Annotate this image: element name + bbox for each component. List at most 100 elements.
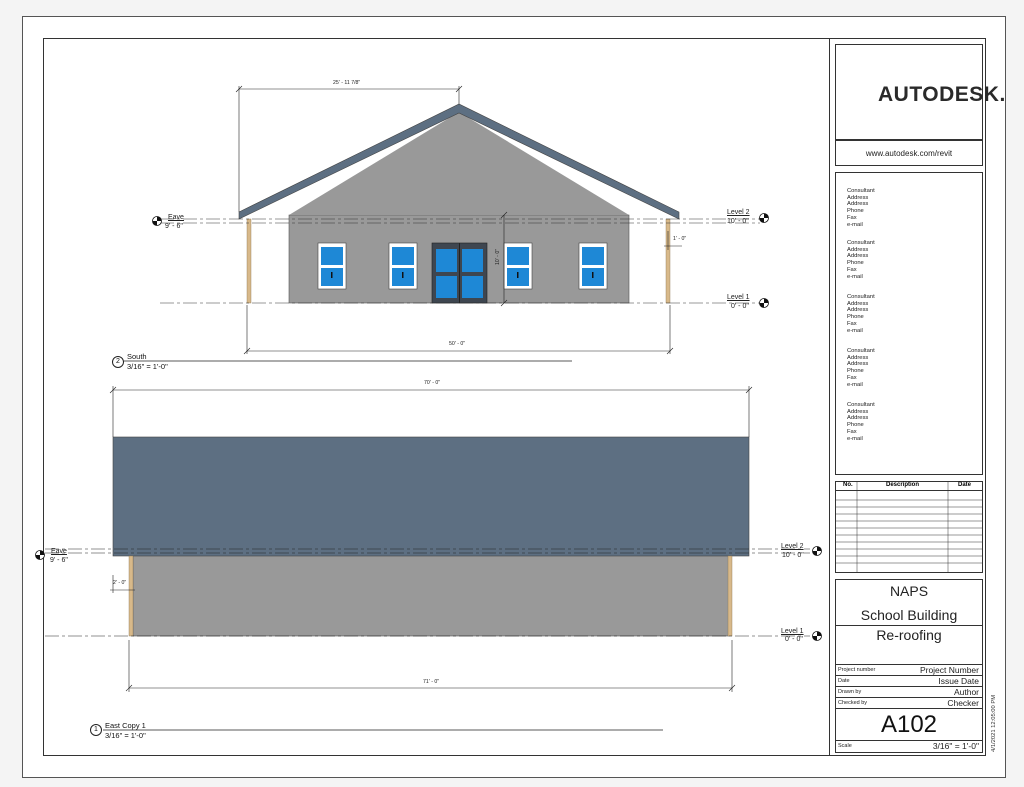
consultant-address: Address	[847, 354, 869, 361]
south-view-scale: 3/16" = 1'-0"	[127, 362, 168, 371]
drawn-by-row: Drawn by Author	[836, 686, 982, 697]
consultant-name: Consultant	[847, 402, 875, 408]
consultant-block: Consultant Address Address Phone Fax e-m…	[847, 240, 875, 280]
revision-col-description: Description	[886, 482, 920, 488]
south-view-title: South	[127, 352, 147, 361]
east-eave-label: Eave	[51, 548, 67, 555]
scale-row: Scale 3/16" = 1'-0"	[836, 740, 982, 751]
south-level-marker	[759, 213, 769, 223]
south-level-marker	[759, 298, 769, 308]
south-double-door	[431, 242, 488, 304]
consultant-block: Consultant Address Address Phone Fax e-m…	[847, 348, 875, 388]
east-dim-top: 70' - 0"	[424, 380, 441, 386]
consultant-email: e-mail	[847, 327, 863, 334]
project-name-line2: Re-roofing	[876, 627, 942, 643]
east-level-marker	[812, 546, 822, 556]
autodesk-logo-text: AUTODESK.	[878, 83, 1006, 106]
east-post-left	[128, 555, 134, 637]
consultant-address: Address	[847, 253, 869, 260]
drawn-by-label: Drawn by	[838, 689, 862, 695]
project-number-value: Project Number	[919, 665, 979, 675]
east-roof	[112, 436, 750, 557]
checked-by-row: Checked by Checker	[836, 697, 982, 708]
consultant-address: Address	[847, 201, 869, 208]
east-level1-elevation: 0' - 0"	[785, 636, 803, 643]
consultant-block: Consultant Address Address Phone Fax e-m…	[847, 402, 875, 442]
east-wall	[132, 552, 730, 637]
project-number-row: Project number Project Number	[836, 664, 982, 675]
revision-col-no: No.	[843, 482, 853, 488]
east-view-scale: 3/16" = 1'-0"	[105, 731, 146, 740]
east-post-right	[727, 555, 733, 637]
consultant-email: e-mail	[847, 381, 863, 388]
east-level-marker	[812, 631, 822, 641]
south-elevation	[124, 85, 769, 362]
east-level2-label: Level 2	[781, 543, 804, 550]
consultant-address: Address	[847, 246, 869, 253]
south-level2-label: Level 2	[727, 209, 750, 216]
consultant-phone: Phone	[847, 314, 864, 321]
logo-row: AUTODESK.	[848, 83, 1006, 107]
consultant-fax: Fax	[847, 266, 857, 273]
drawn-by-value: Author	[953, 687, 979, 697]
consultant-fax: Fax	[847, 374, 857, 381]
south-post-left	[246, 218, 252, 304]
checked-by-label: Checked by	[838, 700, 868, 706]
east-dim-bottom: 71' - 0"	[423, 679, 440, 685]
website-url: www.autodesk.com/revit	[835, 140, 983, 166]
consultants-box: Consultant Address Address Phone Fax e-m…	[835, 172, 983, 475]
consultant-name: Consultant	[847, 188, 875, 194]
consultant-address: Address	[847, 415, 869, 422]
east-view-number: 1	[90, 724, 102, 736]
south-level-marker	[152, 216, 162, 226]
consultant-block: Consultant Address Address Phone Fax e-m…	[847, 294, 875, 334]
project-client: NAPS	[889, 583, 929, 599]
south-dim-top: 25' - 11 7/8"	[333, 80, 361, 86]
consultant-address: Address	[847, 194, 869, 201]
east-view-title: East Copy 1	[105, 721, 146, 730]
consultant-name: Consultant	[847, 294, 875, 300]
divider	[836, 708, 982, 709]
project-number-label: Project number	[838, 667, 876, 673]
logo-mark-spacer	[848, 83, 874, 107]
logo-box: AUTODESK.	[835, 44, 1005, 140]
south-window	[578, 242, 608, 290]
consultant-address: Address	[847, 361, 869, 368]
east-level1-label: Level 1	[781, 628, 804, 635]
revision-col-date: Date	[958, 482, 972, 488]
south-view-number: 2	[112, 356, 124, 368]
south-dim-bottom: 50' - 0"	[449, 341, 466, 347]
divider	[836, 625, 982, 626]
south-level1-elevation: 0' - 0"	[731, 303, 749, 310]
revision-table: No. Description Date	[835, 481, 983, 573]
consultant-phone: Phone	[847, 368, 864, 375]
consultant-address: Address	[847, 300, 869, 307]
east-dim-eave: 2' - 0"	[113, 580, 127, 586]
south-eave-elevation: 9' - 6"	[165, 223, 183, 230]
consultant-phone: Phone	[847, 260, 864, 267]
east-level2-elevation: 10' - 0"	[782, 552, 804, 559]
scale-label: Scale	[838, 743, 852, 749]
revision-header: No. Description Date	[836, 482, 982, 491]
south-level2-elevation: 10' - 0"	[727, 218, 749, 225]
consultant-name: Consultant	[847, 240, 875, 246]
consultant-email: e-mail	[847, 273, 863, 280]
consultant-email: e-mail	[847, 221, 863, 228]
consultant-address: Address	[847, 408, 869, 415]
south-dim-eave: 1' - 0"	[673, 236, 687, 242]
date-row: Date Issue Date	[836, 675, 982, 686]
checked-by-value: Checker	[947, 698, 979, 708]
consultant-name: Consultant	[847, 348, 875, 354]
south-dim-vertical: 10' - 0"	[495, 248, 502, 266]
project-info-box: NAPS School Building Re-roofing Project …	[835, 579, 983, 753]
east-level-marker	[35, 550, 45, 560]
consultant-phone: Phone	[847, 208, 864, 215]
sheet-number: A102	[880, 711, 938, 738]
date-value: Issue Date	[938, 676, 979, 686]
south-window	[388, 242, 418, 290]
east-eave-elevation: 9' - 6"	[50, 557, 68, 564]
consultant-phone: Phone	[847, 422, 864, 429]
date-label: Date	[838, 678, 850, 684]
print-timestamp: 4/1/2021 12:05:00 PM	[991, 694, 997, 752]
consultant-address: Address	[847, 307, 869, 314]
